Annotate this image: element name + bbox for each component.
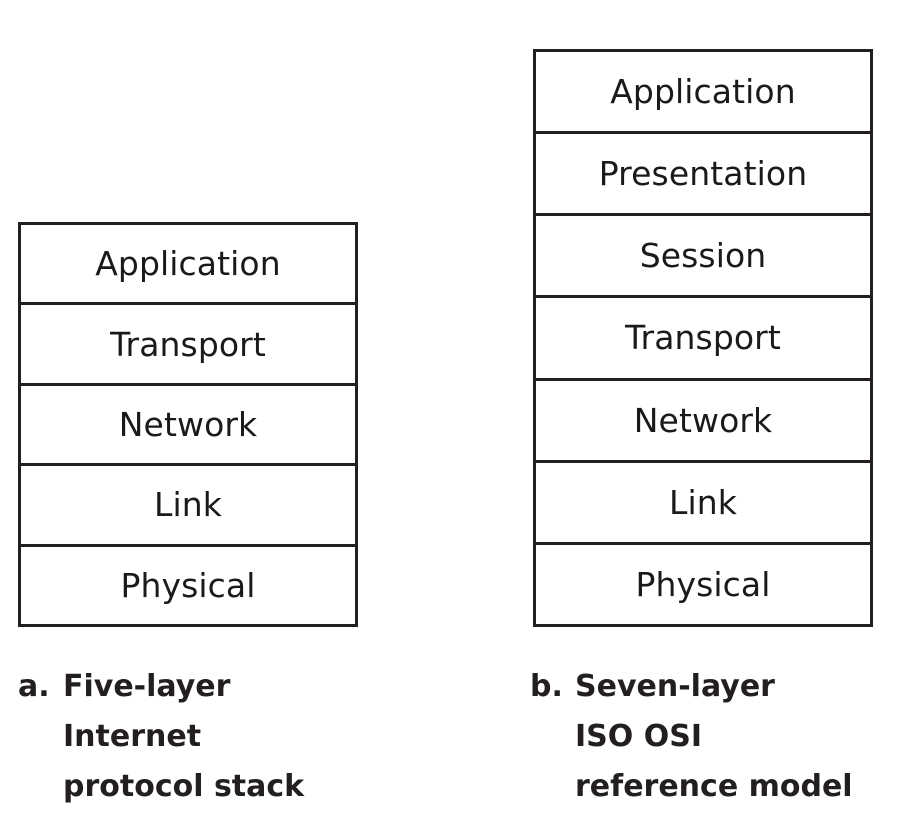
layer-label-link: Link xyxy=(669,482,737,522)
layer-row: Transport xyxy=(536,298,870,381)
layer-label-physical: Physical xyxy=(635,564,771,604)
caption-b-line-2: ISO OSI xyxy=(575,719,702,754)
layer-label-session: Session xyxy=(639,236,767,276)
caption-b: b. Seven-layer ISO OSI reference model xyxy=(530,662,904,812)
layer-row: Application xyxy=(536,52,870,135)
caption-a-marker: a. xyxy=(18,669,50,704)
layer-label-physical: Physical xyxy=(120,565,256,605)
caption-a-line-2: Internet xyxy=(63,719,202,754)
layer-row: Physical xyxy=(21,546,355,625)
layer-model-diagram: Application Transport Network Link Physi… xyxy=(0,0,904,830)
seven-layer-iso-osi-reference-model: Application Presentation Session Transpo… xyxy=(533,49,873,627)
layer-label-transport: Transport xyxy=(110,324,266,364)
layer-row: Network xyxy=(536,380,870,463)
layer-label-application: Application xyxy=(610,72,796,112)
caption-a: a. Five-layer Internet protocol stack xyxy=(18,662,458,812)
layer-row: Physical xyxy=(536,544,870,624)
layer-row: Session xyxy=(536,216,870,299)
layer-label-transport: Transport xyxy=(625,318,781,358)
caption-a-line-3: protocol stack xyxy=(63,769,305,804)
layer-row: Transport xyxy=(21,305,355,386)
caption-b-line-1: Seven-layer xyxy=(575,669,775,704)
layer-label-link: Link xyxy=(154,485,222,525)
layer-row: Link xyxy=(21,466,355,547)
layer-row: Link xyxy=(536,462,870,545)
layer-label-presentation: Presentation xyxy=(598,154,808,194)
layer-label-application: Application xyxy=(95,244,281,284)
layer-label-network: Network xyxy=(633,400,773,440)
layer-label-network: Network xyxy=(118,405,258,445)
layer-row: Network xyxy=(21,385,355,467)
layer-row: Application xyxy=(21,225,355,306)
caption-a-text: Five-layer Internet protocol stack xyxy=(63,662,458,812)
caption-a-line-1: Five-layer xyxy=(63,669,231,704)
five-layer-internet-protocol-stack: Application Transport Network Link Physi… xyxy=(18,222,358,627)
layer-row: Presentation xyxy=(536,134,870,217)
caption-b-text: Seven-layer ISO OSI reference model xyxy=(575,662,904,812)
caption-b-marker: b. xyxy=(530,669,563,704)
caption-b-line-3: reference model xyxy=(575,769,853,804)
